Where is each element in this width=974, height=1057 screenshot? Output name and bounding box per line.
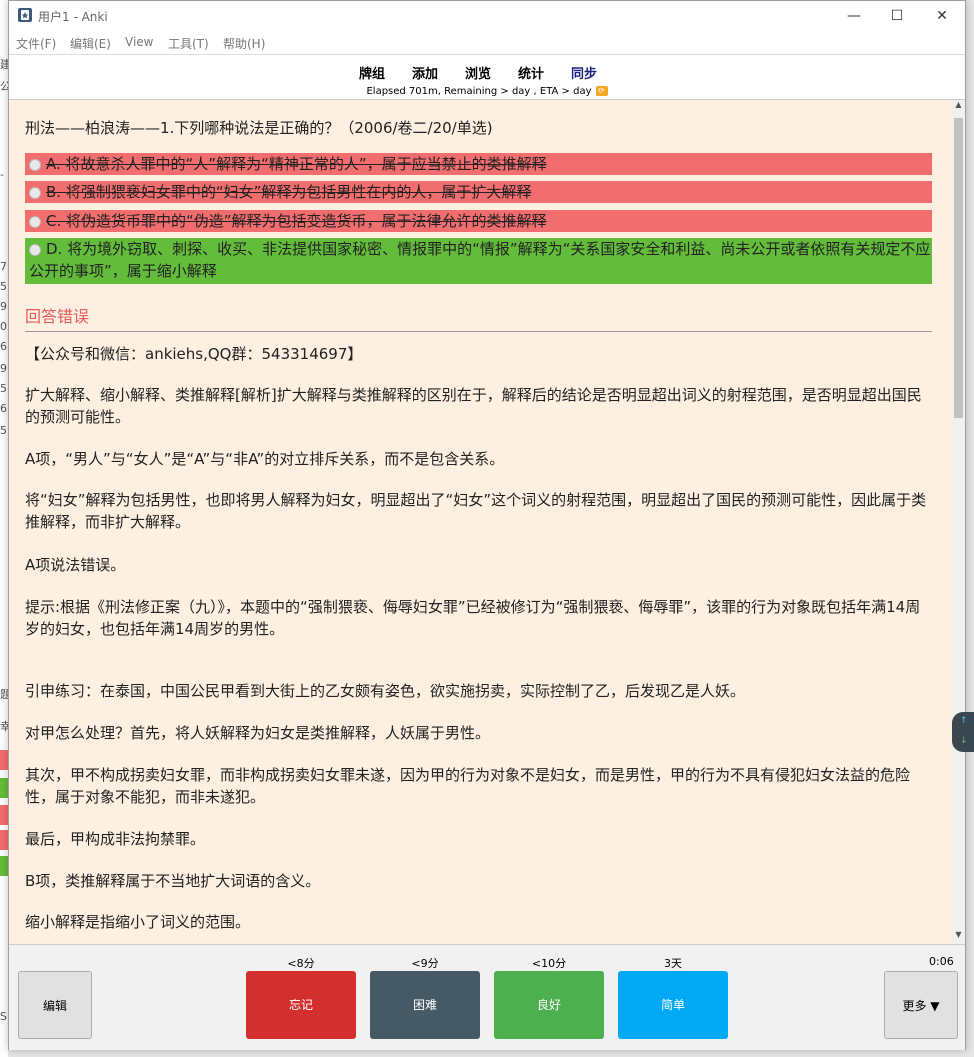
answer-result: 回答错误 [25,307,90,326]
easy-interval: 3天 [664,957,682,970]
background-char: - [0,168,4,181]
toolbar-stats[interactable]: 统计 [518,63,544,82]
option-b[interactable]: B. 将强制猥亵妇女罪中的“妇女”解释为包括男性在内的人，属于扩大解释 [25,181,932,203]
background-char: 6 [0,402,7,415]
explanation-paragraph: 缩小解释是指缩小了词义的范围。 [25,913,251,931]
answer-bar: 编辑 <8分 忘记 <9分 困难 <10分 良好 3天 简单 0:06 更多 ▼ [9,944,965,1050]
option-c[interactable]: C. 将伪造货币罪中的“伪造”解释为包括变造货币，属于法律允许的类推解释 [25,210,932,232]
option-d-text: D. 将为境外窃取、刺探、收买、非法提供国家秘密、情报罪中的“情报”解释为“关系… [29,240,931,280]
radio-icon [29,243,41,256]
explanation-paragraph: B项，类推解释属于不当地扩大词语的含义。 [25,872,321,890]
background-char: 6 [0,340,7,353]
window-title: 用户1 - Anki [38,10,108,24]
background-char: 9 [0,362,7,375]
anki-window: 用户1 - Anki — ☐ ✕ 文件(F) 编辑(E) View 工具(T) … [8,0,966,1050]
background-char: 9 [0,300,7,313]
arrow-down-icon[interactable]: ↓ [960,736,968,746]
menu-tools[interactable]: 工具(T) [168,35,209,52]
again-interval: <8分 [287,957,315,970]
background-mark [0,750,8,770]
explanation-paragraph: 将“妇女”解释为包括男性，也即将男人解释为妇女，明显超出了“妇女”这个词义的射程… [25,491,927,531]
more-button[interactable]: 更多 ▼ [884,971,958,1039]
scroll-up-arrow-icon[interactable]: ▲ [952,100,965,114]
floating-nav-widget[interactable]: ↑ ↓ [952,712,974,752]
background-char: 0 [0,320,7,333]
background-char: 7 [0,260,7,273]
main-toolbar: 牌组 添加 浏览 统计 同步 [9,54,965,85]
title-bar: 用户1 - Anki — ☐ ✕ [9,1,965,31]
background-mark [0,830,8,850]
background-mark [0,778,8,798]
anki-app-icon [18,8,32,22]
background-char: 题 [0,688,8,701]
explanation-paragraph: 引申练习：在泰国，中国公民甲看到大街上的乙女颇有姿色，欲实施拐卖，实际控制了乙，… [25,682,746,700]
toolbar-sync[interactable]: 同步 [571,63,597,82]
hard-interval: <9分 [411,957,439,970]
close-button[interactable]: ✕ [919,1,965,31]
explanation-paragraph: 【公众号和微信：ankiehs,QQ群：543314697】 [25,345,363,363]
option-b-text: B. 将强制猥亵妇女罪中的“妇女”解释为包括男性在内的人，属于扩大解释 [46,183,532,201]
scroll-thumb[interactable] [954,118,963,418]
hard-button[interactable]: 困难 [370,971,480,1039]
progress-status-text: Elapsed 701m, Remaining > day , ETA > da… [366,86,592,97]
edit-button[interactable]: 编辑 [18,971,92,1039]
menu-edit[interactable]: 编辑(E) [70,35,111,52]
answer-timer: 0:06 [929,955,954,968]
question-title: 刑法——柏浪涛——1.下列哪种说法是正确的？（2006/卷二/20/单选) [25,119,493,137]
again-button[interactable]: 忘记 [246,971,356,1039]
radio-icon [29,186,41,199]
radio-icon [29,215,41,228]
card-content: 刑法——柏浪涛——1.下列哪种说法是正确的？（2006/卷二/20/单选) A.… [9,100,952,944]
explanation-paragraph: A项说法错误。 [25,556,126,574]
background-char: 5 [0,280,7,293]
radio-icon [29,158,41,171]
background-mark [0,856,8,876]
background-window-strip: 建 公 - 7 5 9 0 6 9 5 6 5 题 幸 S [0,0,8,1057]
explanation-paragraph: 扩大解释、缩小解释、类推解释[解析]扩大解释与类推解释的区别在于，解释后的结论是… [25,386,922,426]
background-char: 建 [0,58,8,71]
background-char: 5 [0,382,7,395]
option-a-text: A. 将故意杀人罪中的“人”解释为“精神正常的人”，属于应当禁止的类推解释 [46,155,547,173]
menu-file[interactable]: 文件(F) [16,35,56,52]
background-char: 5 [0,424,7,437]
progress-status: Elapsed 701m, Remaining > day , ETA > da… [9,84,965,100]
option-c-text: C. 将伪造货币罪中的“伪造”解释为包括变造货币，属于法律允许的类推解释 [46,212,547,230]
option-a[interactable]: A. 将故意杀人罪中的“人”解释为“精神正常的人”，属于应当禁止的类推解释 [25,153,932,175]
background-char: 公 [0,80,8,93]
scroll-down-arrow-icon[interactable]: ▼ [952,930,965,944]
vertical-scrollbar[interactable]: ▲ ▼ [952,100,965,944]
menu-view[interactable]: View [125,35,153,49]
explanation-paragraph: 其次，甲不构成拐卖妇女罪，而非构成拐卖妇女罪未遂，因为甲的行为对象不是妇女，而是… [25,766,911,806]
divider [25,331,932,332]
menu-bar: 文件(F) 编辑(E) View 工具(T) 帮助(H) [9,31,965,54]
toolbar-add[interactable]: 添加 [412,63,438,82]
background-char: 幸 [0,720,8,733]
explanation-paragraph: A项，“男人”与“女人”是“A”与“非A”的对立排斥关系，而不是包含关系。 [25,450,505,468]
good-interval: <10分 [531,957,567,970]
good-button[interactable]: 良好 [494,971,604,1039]
background-mark [0,805,8,825]
toolbar-decks[interactable]: 牌组 [359,63,385,82]
explanation-paragraph: 提示:根据《刑法修正案（九）》，本题中的“强制猥亵、侮辱妇女罪”已经被修订为“强… [25,598,921,638]
explanation-paragraph: 最后，甲构成非法拘禁罪。 [25,830,206,848]
option-d[interactable]: D. 将为境外窃取、刺探、收买、非法提供国家秘密、情报罪中的“情报”解释为“关系… [25,238,932,284]
easy-button[interactable]: 简单 [618,971,728,1039]
toolbar-browse[interactable]: 浏览 [465,63,491,82]
maximize-button[interactable]: ☐ [874,1,920,31]
refresh-icon[interactable]: ⟳ [595,86,608,96]
explanation-paragraph: 对甲怎么处理？首先，将人妖解释为妇女是类推解释，人妖属于男性。 [25,724,491,742]
minimize-button[interactable]: — [831,1,877,31]
menu-help[interactable]: 帮助(H) [223,35,265,52]
arrow-up-icon[interactable]: ↑ [960,716,968,726]
background-char: S [0,1010,7,1023]
